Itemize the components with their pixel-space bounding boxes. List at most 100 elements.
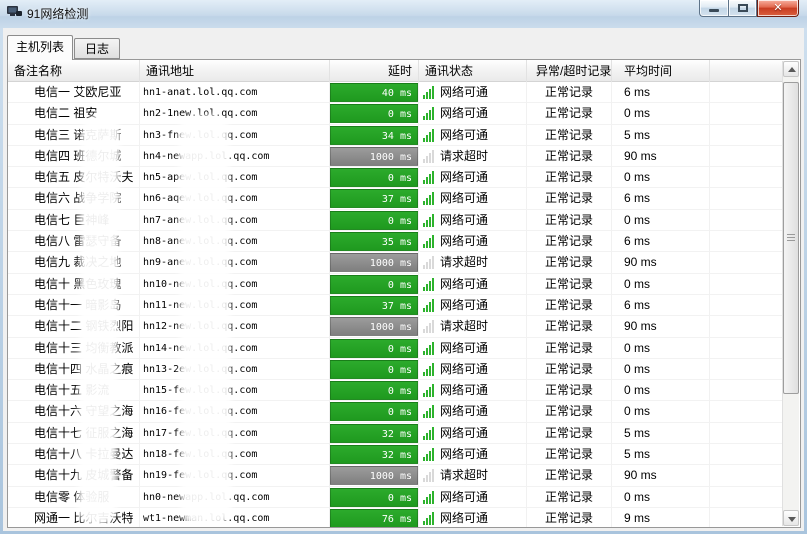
- record-cell: 正常记录: [527, 295, 612, 316]
- table-row[interactable]: 电信十四 水晶之痕 hn13-2ew.lol.qq.com 0 ms 网络可通 …: [8, 359, 783, 380]
- host-address: hn17-few.lol.qq.com: [140, 423, 330, 444]
- average-cell: 90 ms: [612, 252, 710, 273]
- column-header-delay[interactable]: 延时: [330, 60, 419, 82]
- host-name: 电信八 雷瑟守备: [8, 231, 140, 252]
- average-cell: 0 ms: [612, 210, 710, 231]
- table-row[interactable]: 电信十一 暗影岛 hn11-new.lol.qq.com 37 ms 网络可通 …: [8, 295, 783, 316]
- delay-cell: 0 ms: [330, 210, 419, 231]
- extra-cell: [710, 359, 783, 380]
- close-button[interactable]: ✕: [757, 0, 799, 17]
- host-address: hn12-new.lol.qq.com: [140, 316, 330, 337]
- status-label: 网络可通: [440, 210, 488, 231]
- record-cell: 正常记录: [527, 146, 612, 167]
- table-row[interactable]: 电信二 祖安 hn2-1new.lol.qq.com 0 ms 网络可通 正常记…: [8, 103, 783, 124]
- status-cell: 请求超时: [419, 146, 527, 167]
- signal-strength-icon: [423, 320, 435, 333]
- column-header-average[interactable]: 平均时间: [612, 60, 710, 82]
- status-cell: 网络可通: [419, 423, 527, 444]
- average-cell: 0 ms: [612, 380, 710, 401]
- extra-cell: [710, 82, 783, 103]
- extra-cell: [710, 423, 783, 444]
- table-row[interactable]: 电信五 皮尔特沃夫 hn5-apew.lol.qq.com 0 ms 网络可通 …: [8, 167, 783, 188]
- table-row[interactable]: 电信四 班德尔城 hn4-newapp.lol.qq.com 1000 ms 请…: [8, 146, 783, 167]
- tab-host-list[interactable]: 主机列表: [7, 35, 73, 60]
- status-label: 网络可通: [440, 423, 488, 444]
- window-frame: 91网络检测 ✕ 主机列表 日志 备注名称 通讯地址 延时 通讯状态 异常/超时…: [0, 0, 807, 534]
- status-label: 网络可通: [440, 274, 488, 295]
- scrollbar-thumb[interactable]: [783, 82, 799, 394]
- table-row[interactable]: 电信十三 均衡教派 hn14-new.lol.qq.com 0 ms 网络可通 …: [8, 338, 783, 359]
- delay-cell: 0 ms: [330, 401, 419, 422]
- host-name: 电信十八 卡拉曼达: [8, 444, 140, 465]
- table-row[interactable]: 电信八 雷瑟守备 hn8-anew.lol.qq.com 35 ms 网络可通 …: [8, 231, 783, 252]
- host-name: 电信六 战争学院: [8, 188, 140, 209]
- minimize-button[interactable]: [699, 0, 728, 17]
- host-name: 电信九 裁决之地: [8, 252, 140, 273]
- delay-cell: 1000 ms: [330, 465, 419, 486]
- status-cell: 网络可通: [419, 380, 527, 401]
- table-row[interactable]: 电信十六 守望之海 hn16-few.lol.qq.com 0 ms 网络可通 …: [8, 401, 783, 422]
- table-row[interactable]: 电信一 艾欧尼亚 hn1-anat.lol.qq.com 40 ms 网络可通 …: [8, 82, 783, 103]
- scrollbar-down-icon: [788, 517, 796, 522]
- average-cell: 6 ms: [612, 231, 710, 252]
- signal-strength-icon: [423, 214, 435, 227]
- tab-log[interactable]: 日志: [74, 38, 120, 59]
- host-address: hn8-anew.lol.qq.com: [140, 231, 330, 252]
- signal-strength-icon: [423, 363, 435, 376]
- host-address: hn19-few.lol.qq.com: [140, 465, 330, 486]
- table-row[interactable]: 电信十二 钢铁烈阳 hn12-new.lol.qq.com 1000 ms 请求…: [8, 316, 783, 337]
- column-header-address[interactable]: 通讯地址: [140, 60, 330, 82]
- delay-bar: 37 ms: [330, 296, 418, 315]
- column-header-status[interactable]: 通讯状态: [419, 60, 527, 82]
- status-cell: 网络可通: [419, 401, 527, 422]
- signal-strength-icon: [423, 192, 435, 205]
- vertical-scrollbar[interactable]: [782, 61, 799, 526]
- titlebar[interactable]: 91网络检测 ✕: [0, 0, 807, 28]
- average-cell: 0 ms: [612, 274, 710, 295]
- delay-cell: 37 ms: [330, 295, 419, 316]
- column-header-name[interactable]: 备注名称: [8, 60, 140, 82]
- average-cell: 5 ms: [612, 125, 710, 146]
- signal-strength-icon: [423, 150, 435, 163]
- status-label: 网络可通: [440, 359, 488, 380]
- delay-bar: 0 ms: [330, 381, 418, 400]
- host-address: hn0-newapp.lol.qq.com: [140, 487, 330, 508]
- table-row[interactable]: 电信十九 皮城警备 hn19-few.lol.qq.com 1000 ms 请求…: [8, 465, 783, 486]
- status-label: 网络可通: [440, 444, 488, 465]
- scrollbar-up-icon: [788, 67, 796, 72]
- extra-cell: [710, 274, 783, 295]
- table-row[interactable]: 网通一 比尔吉沃特 wt1-newman.lol.qq.com 76 ms 网络…: [8, 508, 783, 527]
- status-label: 网络可通: [440, 188, 488, 209]
- table-row[interactable]: 电信九 裁决之地 hn9-anew.lol.qq.com 1000 ms 请求超…: [8, 252, 783, 273]
- table-row[interactable]: 电信十七 征服之海 hn17-few.lol.qq.com 32 ms 网络可通…: [8, 423, 783, 444]
- maximize-button[interactable]: [728, 0, 757, 17]
- signal-strength-icon: [423, 86, 435, 99]
- table-row[interactable]: 电信十八 卡拉曼达 hn18-few.lol.qq.com 32 ms 网络可通…: [8, 444, 783, 465]
- column-header-record[interactable]: 异常/超时记录: [527, 60, 612, 82]
- record-cell: 正常记录: [527, 508, 612, 527]
- status-cell: 网络可通: [419, 82, 527, 103]
- status-cell: 请求超时: [419, 252, 527, 273]
- scrollbar-up-button[interactable]: [783, 61, 799, 77]
- client-area: 主机列表 日志 备注名称 通讯地址 延时 通讯状态 异常/超时记录 平均时间 电…: [3, 28, 804, 531]
- extra-cell: [710, 338, 783, 359]
- table-row[interactable]: 电信十五 影流 hn15-few.lol.qq.com 0 ms 网络可通 正常…: [8, 380, 783, 401]
- table-row[interactable]: 电信零 体验服 hn0-newapp.lol.qq.com 0 ms 网络可通 …: [8, 487, 783, 508]
- average-cell: 0 ms: [612, 401, 710, 422]
- status-label: 网络可通: [440, 338, 488, 359]
- status-cell: 网络可通: [419, 338, 527, 359]
- record-cell: 正常记录: [527, 210, 612, 231]
- host-address: wt1-newman.lol.qq.com: [140, 508, 330, 527]
- table-row[interactable]: 电信六 战争学院 hn6-aqew.lol.qq.com 37 ms 网络可通 …: [8, 188, 783, 209]
- signal-strength-icon: [423, 235, 435, 248]
- status-label: 请求超时: [440, 146, 488, 167]
- column-header-extra: [710, 60, 783, 82]
- scrollbar-down-button[interactable]: [783, 510, 799, 526]
- host-name: 电信二 祖安: [8, 103, 140, 124]
- table-row[interactable]: 电信十 黑色玫瑰 hn10-new.lol.qq.com 0 ms 网络可通 正…: [8, 274, 783, 295]
- status-cell: 网络可通: [419, 487, 527, 508]
- table-row[interactable]: 电信三 诺克萨斯 hn3-fnew.lol.qq.com 34 ms 网络可通 …: [8, 125, 783, 146]
- delay-cell: 0 ms: [330, 359, 419, 380]
- average-cell: 0 ms: [612, 359, 710, 380]
- table-row[interactable]: 电信七 巨神峰 hn7-anew.lol.qq.com 0 ms 网络可通 正常…: [8, 210, 783, 231]
